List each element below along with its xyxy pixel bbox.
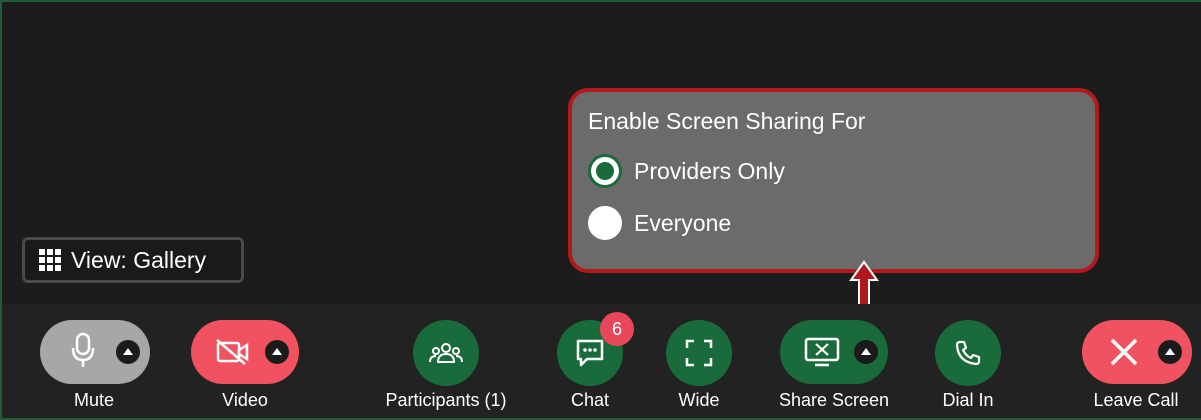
radio-selected-icon[interactable] <box>588 154 622 188</box>
leave-call-label: Leave Call <box>1093 390 1179 410</box>
leave-options-caret-icon[interactable] <box>1158 340 1182 364</box>
share-options-caret-icon[interactable] <box>854 340 878 364</box>
participants-button[interactable] <box>413 320 479 386</box>
video-button[interactable] <box>191 320 299 384</box>
close-icon <box>1110 338 1138 366</box>
chat-unread-badge: 6 <box>600 312 634 346</box>
video-label: Video <box>222 390 268 410</box>
view-gallery-button[interactable]: View: Gallery <box>22 237 244 283</box>
mute-options-caret-icon[interactable] <box>116 340 140 364</box>
screen-share-icon <box>804 337 840 367</box>
leave-call-button[interactable] <box>1082 320 1192 384</box>
share-screen-label: Share Screen <box>778 390 890 410</box>
option-providers-only[interactable]: Providers Only <box>588 154 785 188</box>
video-options-caret-icon[interactable] <box>265 340 289 364</box>
microphone-icon <box>71 332 95 367</box>
dial-in-button[interactable] <box>935 320 1001 386</box>
people-icon <box>429 343 463 363</box>
screen-share-options-popup: Enable Screen Sharing For Providers Only… <box>568 88 1099 273</box>
mute-label: Mute <box>73 390 115 410</box>
option-label: Everyone <box>634 209 732 236</box>
wide-button[interactable] <box>666 320 732 386</box>
option-label: Providers Only <box>634 157 785 184</box>
share-screen-button[interactable] <box>780 320 888 384</box>
radio-unselected-icon[interactable] <box>588 206 622 240</box>
chat-icon <box>576 339 604 367</box>
expand-icon <box>685 339 713 367</box>
dial-in-label: Dial In <box>942 390 994 410</box>
mute-button[interactable] <box>40 320 150 384</box>
video-off-icon <box>216 339 249 365</box>
participants-label: Participants (1) <box>385 390 507 410</box>
video-call-window: View: Gallery Enable Screen Sharing For … <box>0 0 1201 420</box>
wide-label: Wide <box>678 390 720 410</box>
option-everyone[interactable]: Everyone <box>588 206 731 240</box>
popup-title: Enable Screen Sharing For <box>588 108 866 134</box>
grid-icon <box>39 249 61 271</box>
chat-label: Chat <box>570 390 610 410</box>
phone-icon <box>955 340 981 366</box>
view-gallery-label: View: Gallery <box>71 246 207 273</box>
